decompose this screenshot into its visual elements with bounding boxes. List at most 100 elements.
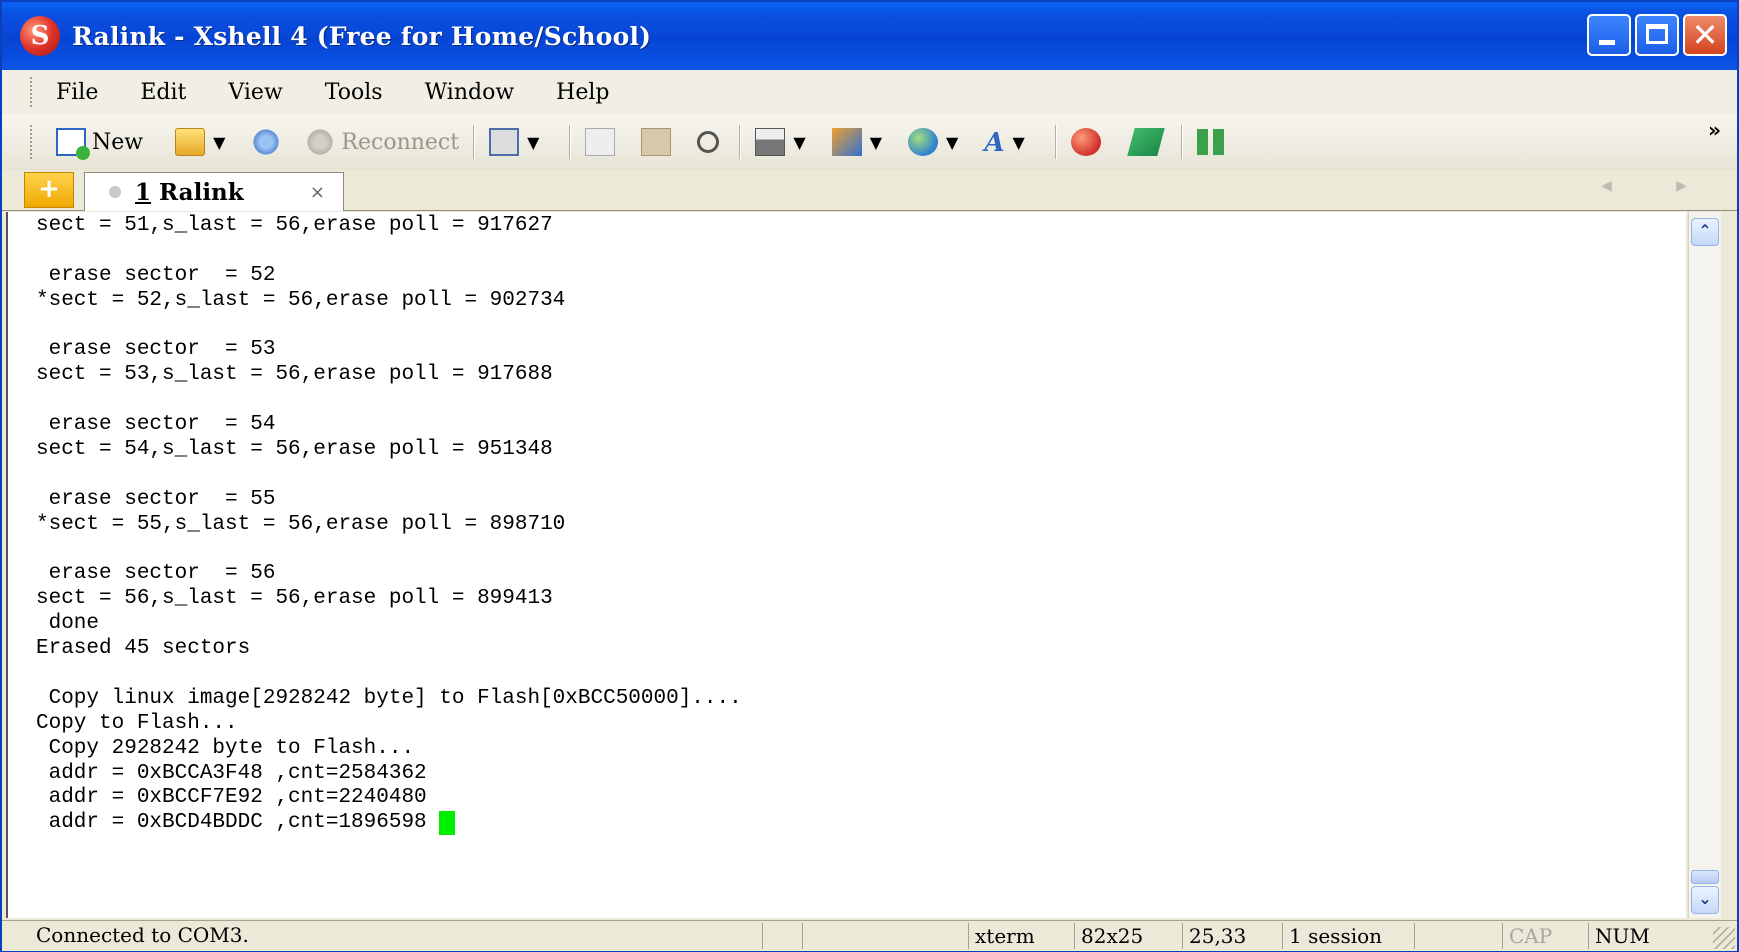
open-dropdown-icon[interactable]: ▼ [213, 133, 225, 152]
connection-status: Connected to COM3. [36, 923, 249, 947]
terminal-output[interactable]: sect = 51,s_last = 56,erase poll = 91762… [6, 212, 1686, 918]
reconnect-icon [305, 128, 336, 156]
transfer-dropdown-icon[interactable]: ▼ [870, 133, 882, 152]
connect-button[interactable] [251, 128, 287, 156]
terminal-line: addr = 0xBCCF7E92 ,cnt=2240480 [36, 786, 427, 810]
print-button[interactable]: ▼ [755, 128, 821, 156]
terminal-line: done [36, 612, 100, 636]
status-cell-empty [762, 923, 799, 949]
paste-icon [641, 128, 672, 156]
reconnect-button[interactable]: Reconnect [305, 128, 459, 156]
status-cell-empty [1414, 923, 1481, 949]
find-button[interactable] [697, 131, 725, 153]
folder-open-icon [175, 128, 206, 156]
reconnect-label: Reconnect [341, 129, 460, 155]
terminal-line: Erased 45 sectors [36, 637, 251, 661]
transfer-button[interactable]: ▼ [831, 128, 898, 156]
terminal-scrollbar[interactable]: ⌃ ⌄ [1688, 212, 1721, 918]
open-button[interactable]: ▼ [175, 128, 241, 156]
connect-icon [251, 128, 282, 156]
properties-dropdown-icon[interactable]: ▼ [527, 133, 539, 152]
paste-button[interactable] [641, 128, 677, 156]
xshell-window: S Ralink - Xshell 4 (Free for Home/Schoo… [0, 0, 1739, 952]
toolbar-separator [1054, 125, 1057, 159]
tab-close-icon[interactable]: × [310, 182, 325, 203]
xshell-button[interactable] [1070, 128, 1107, 156]
terminal-line: sect = 53,s_last = 56,erase poll = 91768… [36, 363, 553, 387]
terminal-line: erase sector = 55 [36, 487, 276, 511]
terminal-line: addr = 0xBCCA3F48 ,cnt=2584362 [36, 761, 427, 785]
script-button[interactable]: ▼ [908, 128, 974, 156]
new-label: New [92, 129, 144, 155]
tab-scroll-arrows[interactable]: ◀ ▶ [1601, 178, 1717, 194]
print-dropdown-icon[interactable]: ▼ [793, 133, 805, 152]
find-icon [697, 131, 720, 153]
terminal-line: *sect = 52,s_last = 56,erase poll = 9027… [36, 288, 566, 312]
window-title: Ralink - Xshell 4 (Free for Home/School) [72, 21, 652, 51]
menu-edit[interactable]: Edit [140, 80, 186, 105]
script-dropdown-icon[interactable]: ▼ [946, 133, 958, 152]
terminal-size: 82x25 [1074, 923, 1143, 949]
toolbar-grip[interactable] [30, 125, 36, 159]
close-icon: ✕ [1691, 16, 1719, 54]
maximize-button[interactable] [1635, 14, 1679, 56]
title-bar[interactable]: S Ralink - Xshell 4 (Free for Home/Schoo… [2, 2, 1737, 70]
menu-help[interactable]: Help [556, 80, 609, 105]
new-session-button[interactable]: New [56, 128, 144, 160]
menu-tools[interactable]: Tools [325, 80, 383, 105]
terminal-line: Copy linux image[2928242 byte] to Flash[… [36, 686, 742, 710]
terminal-line: erase sector = 53 [36, 338, 276, 362]
toolbar-separator [569, 125, 572, 159]
status-cell-empty [802, 923, 969, 949]
session-count: 1 session [1282, 923, 1382, 949]
terminal-line: sect = 56,s_last = 56,erase poll = 89941… [36, 587, 553, 611]
resize-grip-icon[interactable] [1713, 927, 1735, 949]
terminal-line: sect = 51,s_last = 56,erase poll = 91762… [36, 214, 553, 237]
properties-button[interactable]: ▼ [489, 128, 555, 156]
menu-window[interactable]: Window [425, 80, 515, 105]
terminal-line: erase sector = 56 [36, 562, 276, 586]
scroll-thumb[interactable] [1691, 870, 1719, 884]
minimize-button[interactable] [1587, 14, 1631, 56]
toolbar-overflow-icon[interactable]: » [1708, 120, 1721, 140]
toolbar: New ▼ Reconnect ▼ ▼ ▼ ▼ A ▼ » [2, 114, 1737, 171]
terminal-line: Copy to Flash... [36, 711, 238, 735]
session-tab-bar: + 1 Ralink × ◀ ▶ [2, 170, 1737, 211]
menu-file[interactable]: File [56, 80, 98, 105]
tab-ralink[interactable]: 1 Ralink × [84, 172, 344, 211]
copy-icon [585, 128, 616, 156]
terminal-type: xterm [968, 923, 1035, 949]
terminal-line: sect = 54,s_last = 56,erase poll = 95134… [36, 438, 553, 462]
close-button[interactable]: ✕ [1683, 14, 1727, 56]
add-session-button[interactable]: + [24, 172, 74, 208]
scroll-down-icon[interactable]: ⌄ [1691, 886, 1719, 914]
menu-grip[interactable] [30, 77, 36, 107]
transfer-icon [831, 128, 862, 156]
terminal-cursor [439, 811, 456, 836]
xftp-icon [1127, 128, 1165, 156]
minimize-icon [1599, 40, 1615, 45]
xshell-icon[interactable]: S [20, 16, 60, 56]
new-session-icon [56, 128, 90, 160]
caps-lock-indicator: CAP [1502, 923, 1552, 949]
menu-bar: File Edit View Tools Window Help [2, 70, 1737, 115]
layout-button[interactable] [1196, 129, 1233, 155]
copy-button[interactable] [585, 128, 621, 156]
toolbar-separator [739, 125, 742, 159]
terminal-line: erase sector = 52 [36, 263, 276, 287]
status-bar: Connected to COM3. xterm 82x25 25,33 1 s… [2, 920, 1737, 951]
menu-view[interactable]: View [228, 80, 282, 105]
font-button[interactable]: A ▼ [984, 128, 1041, 158]
xftp-button[interactable] [1127, 128, 1167, 156]
font-dropdown-icon[interactable]: ▼ [1013, 133, 1025, 152]
scroll-up-icon[interactable]: ⌃ [1691, 218, 1719, 246]
terminal-line: addr = 0xBCD4BDDC ,cnt=1896598 [36, 811, 742, 836]
print-icon [755, 128, 786, 156]
terminal-line: Copy 2928242 byte to Flash... [36, 736, 415, 760]
font-icon: A [984, 128, 1005, 158]
